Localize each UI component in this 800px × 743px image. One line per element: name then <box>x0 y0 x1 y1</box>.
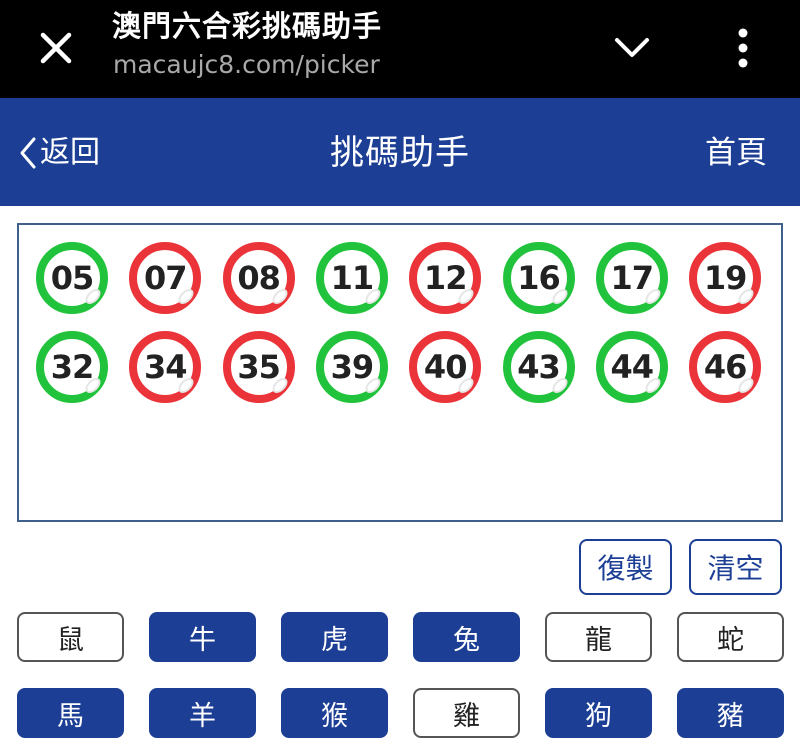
number-ball[interactable]: 17 <box>595 242 668 314</box>
number-ball-value: 35 <box>237 348 281 386</box>
home-button[interactable]: 首頁 <box>705 128 767 178</box>
number-ball-value: 34 <box>144 348 188 386</box>
zodiac-button[interactable]: 雞 <box>413 688 520 738</box>
page-title: 挑碼助手 <box>330 133 470 173</box>
number-ball[interactable]: 35 <box>222 331 295 403</box>
number-ball-value: 12 <box>423 259 468 297</box>
number-ball-value: 16 <box>517 259 561 297</box>
number-ball-value: 17 <box>610 259 655 297</box>
number-ball-value: 40 <box>423 348 468 386</box>
number-ball-value: 39 <box>330 348 375 386</box>
number-ball[interactable]: 05 <box>36 242 108 314</box>
zodiac-button[interactable]: 牛 <box>149 612 256 662</box>
zodiac-button[interactable]: 馬 <box>17 688 124 738</box>
chevron-down-icon[interactable] <box>606 22 658 74</box>
number-ball[interactable]: 11 <box>315 242 388 314</box>
number-ball[interactable]: 44 <box>595 331 668 403</box>
number-ball-value: 32 <box>50 348 95 386</box>
zodiac-button[interactable]: 豬 <box>677 688 784 738</box>
number-ball[interactable]: 43 <box>502 331 575 403</box>
number-ball[interactable]: 16 <box>502 242 575 314</box>
zodiac-button[interactable]: 狗 <box>545 688 652 738</box>
number-ball-value: 46 <box>703 348 748 386</box>
number-ball-value: 19 <box>703 259 748 297</box>
more-vertical-icon[interactable] <box>720 18 766 78</box>
zodiac-button[interactable]: 虎 <box>281 612 388 662</box>
close-icon[interactable] <box>30 22 82 74</box>
browser-url[interactable]: macaujc8.com/picker <box>113 48 380 82</box>
zodiac-button[interactable]: 蛇 <box>677 612 784 662</box>
selected-numbers-panel: 05 07 08 11 12 16 17 19 32 34 35 39 40 43 44 46 <box>17 223 783 522</box>
browser-bar: 澳門六合彩挑碼助手 macaujc8.com/picker <box>0 0 800 98</box>
app-header: 返回 挑碼助手 首頁 <box>0 98 800 206</box>
number-ball[interactable]: 39 <box>315 331 388 403</box>
number-ball-value: 43 <box>517 348 561 386</box>
number-ball-value: 05 <box>50 259 95 297</box>
number-ball[interactable]: 07 <box>129 242 202 314</box>
number-ball-value: 08 <box>237 259 281 297</box>
number-ball[interactable]: 12 <box>409 242 482 314</box>
number-ball[interactable]: 34 <box>129 331 202 403</box>
number-ball[interactable]: 08 <box>222 242 295 314</box>
number-ball[interactable]: 46 <box>689 331 762 403</box>
number-ball-value: 07 <box>144 259 188 297</box>
zodiac-button[interactable]: 羊 <box>149 688 256 738</box>
number-ball-value: 44 <box>610 348 655 386</box>
zodiac-button[interactable]: 龍 <box>545 612 652 662</box>
zodiac-button[interactable]: 兔 <box>413 612 520 662</box>
number-ball[interactable]: 32 <box>36 331 108 403</box>
zodiac-button[interactable]: 鼠 <box>17 612 124 662</box>
browser-page-title: 澳門六合彩挑碼助手 <box>112 9 383 43</box>
number-ball-value: 11 <box>330 259 375 297</box>
number-ball[interactable]: 40 <box>409 331 482 403</box>
copy-button[interactable]: 復製 <box>579 539 672 595</box>
zodiac-button[interactable]: 猴 <box>281 688 388 738</box>
clear-button[interactable]: 清空 <box>689 539 782 595</box>
number-ball[interactable]: 19 <box>689 242 762 314</box>
